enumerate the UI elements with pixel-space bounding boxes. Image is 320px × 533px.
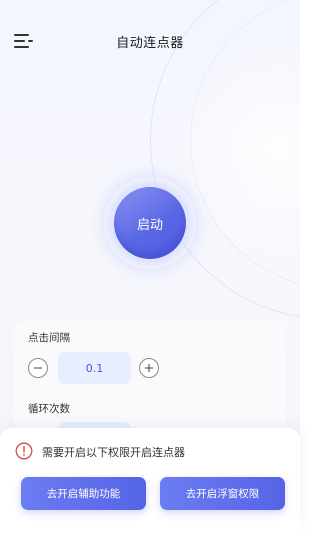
start-button[interactable]: 启动 [114,187,186,259]
interval-value-field[interactable]: 0.1 [58,352,131,384]
loop-count-label: 循环次数 [28,403,70,415]
interval-label: 点击间隔 [28,332,70,344]
plus-icon [144,363,154,373]
permission-sheet: 需要开启以下权限开启连点器 去开启辅助功能 去开启浮窗权限 [0,428,300,533]
enable-accessibility-button[interactable]: 去开启辅助功能 [21,477,146,510]
warning-icon [15,442,33,460]
enable-overlay-button[interactable]: 去开启浮窗权限 [160,477,285,510]
minus-icon [33,367,43,369]
interval-decrease-button[interactable] [28,358,48,378]
app-header: 自动连点器 [0,22,300,62]
page-title: 自动连点器 [116,36,184,51]
start-button-glow: 启动 [104,177,196,269]
permission-message: 需要开启以下权限开启连点器 [42,446,185,459]
interval-increase-button[interactable] [139,358,159,378]
